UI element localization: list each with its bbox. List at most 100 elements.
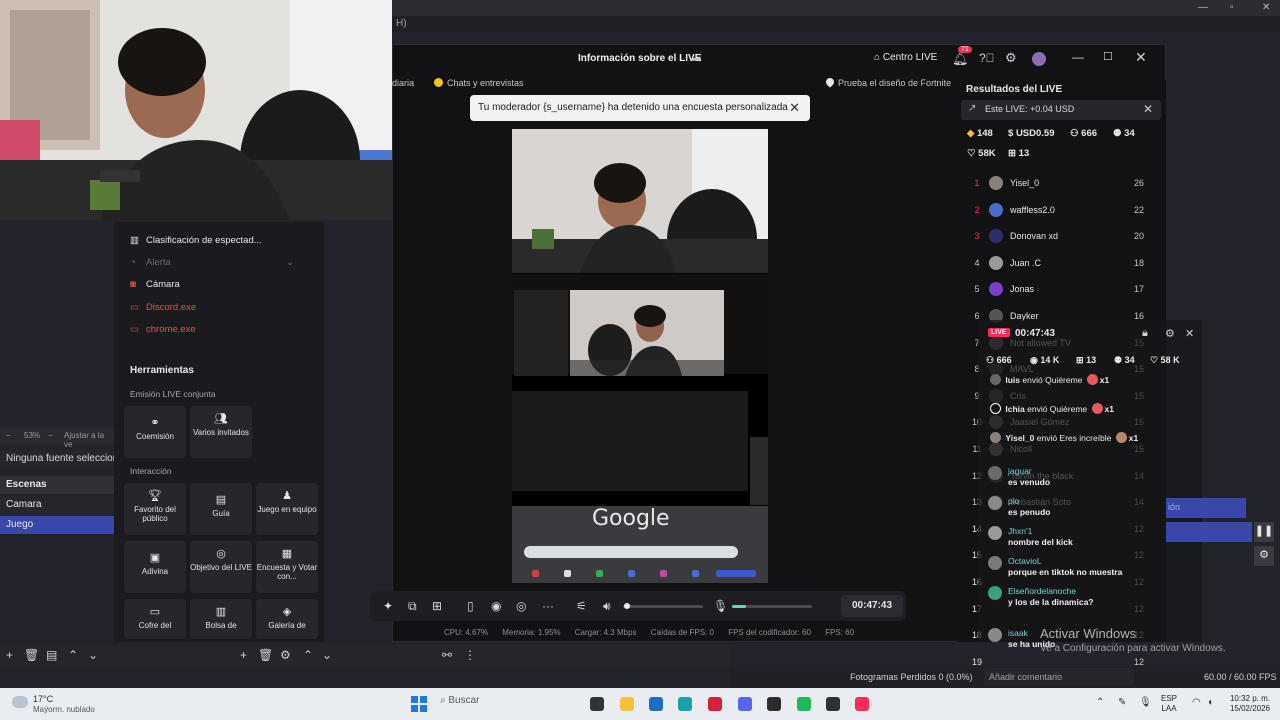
trash-icon[interactable]: 🗑 [258, 648, 273, 662]
tool-favorito[interactable]: 🏆︎ Favorito del público [124, 483, 186, 535]
lock-icon[interactable]: 🔒︎ [1142, 327, 1148, 340]
close-icon[interactable]: ✕ [789, 100, 800, 116]
microphone-icon[interactable]: 🎙︎ [713, 599, 728, 613]
chat-username[interactable]: jaguar [1008, 466, 1032, 476]
chat-username[interactable]: Jhxn'1 [1008, 526, 1032, 536]
edge-icon[interactable] [678, 697, 692, 711]
pause-icon[interactable]: ❚❚ [1254, 522, 1274, 542]
tool-encuesta[interactable]: ▦ Encuesta y Votar con... [256, 541, 318, 593]
obs-control-button[interactable]: ión [1166, 498, 1246, 518]
zoom-out-icon[interactable]: − [6, 431, 11, 440]
tool-galeria[interactable]: ◈ Galería de [256, 599, 318, 639]
weather-description[interactable]: Mayorm. nublado [33, 705, 95, 714]
tool-bolsa[interactable]: ▥ Bolsa de [190, 599, 252, 639]
speaker-icon[interactable]: 🔊︎ [603, 599, 611, 614]
zoom-in-icon[interactable]: − [48, 431, 53, 440]
capture-icon[interactable]: ◎ [516, 599, 526, 613]
taskbar-search[interactable]: ⌕ Buscar [440, 695, 480, 706]
mixer-icon[interactable]: ⚟ [576, 599, 587, 613]
ranking-row[interactable]: 2 waffless2.0 22 [958, 202, 1166, 225]
tag-fortnite[interactable]: Prueba el diseño de Fortnite [824, 76, 951, 88]
avatar[interactable] [988, 586, 1002, 600]
filter-icon[interactable]: ▤ [46, 648, 57, 662]
move-down-icon[interactable]: ⌄ [88, 648, 98, 662]
avatar[interactable] [1032, 52, 1046, 66]
gear-icon[interactable]: ⚙ [1005, 50, 1017, 66]
chat-username[interactable]: pio [1008, 496, 1019, 506]
tool-coemision[interactable]: ⚭ Coemisión [124, 406, 186, 458]
obs-control-button[interactable] [1166, 522, 1252, 542]
language-indicator[interactable]: ESP LAA [1161, 694, 1177, 714]
link-icon[interactable]: ⚯ [442, 648, 452, 662]
move-up-icon[interactable]: ⌃ [68, 648, 78, 662]
tool-guia[interactable]: ▤ Guía [190, 483, 252, 535]
discord-icon[interactable] [738, 697, 752, 711]
avatar[interactable] [988, 556, 1002, 570]
ranking-row[interactable]: 4 Juan .C 18 [958, 255, 1166, 278]
opera-icon[interactable] [708, 697, 722, 711]
add-scene-icon[interactable]: + [6, 648, 13, 662]
avatar[interactable] [988, 496, 1002, 510]
tool-adivina[interactable]: ▣ Adivina [124, 541, 186, 593]
transition-icon[interactable]: ⧉ [408, 599, 417, 614]
source-item-discord[interactable]: ▭ Discord.exe [130, 302, 196, 313]
tool-juego-equipo[interactable]: ♟ Juego en equipo [256, 483, 318, 535]
stream-preview[interactable]: Google [512, 129, 768, 583]
phone-icon[interactable]: ▯ [467, 599, 474, 613]
obs-icon[interactable] [826, 697, 840, 711]
avatar[interactable] [988, 526, 1002, 540]
ranking-row[interactable]: 3 Donovan xd 20 [958, 229, 1166, 251]
file-explorer-icon[interactable] [620, 697, 634, 711]
chevron-down-icon[interactable]: ⌄ [286, 257, 294, 268]
weather-temperature[interactable]: 17°C [33, 694, 53, 704]
chat-username[interactable]: Elseñordelanoche [1008, 586, 1076, 596]
trash-icon[interactable]: 🗑 [24, 648, 39, 662]
volume-icon[interactable]: ◖ [1207, 697, 1213, 708]
outlook-icon[interactable] [649, 697, 663, 711]
tool-varios-invitados[interactable]: 👥︎ Varios invitados [190, 406, 252, 458]
more-icon[interactable]: ⋮ [464, 648, 476, 662]
close-icon[interactable]: ✕ [1185, 327, 1194, 340]
gear-icon[interactable]: ⚙ [1254, 546, 1274, 566]
volume-slider[interactable] [623, 605, 703, 608]
pen-icon[interactable]: ✎ [1118, 697, 1126, 708]
live-info-title[interactable]: Información sobre el LIVE [578, 53, 701, 64]
task-view-icon[interactable] [590, 697, 604, 711]
chevron-up-icon[interactable]: ⌃ [1096, 697, 1104, 708]
record-icon[interactable]: ◉ [491, 599, 501, 613]
avatar[interactable] [988, 628, 1002, 642]
more-icon[interactable]: ··· [542, 599, 554, 613]
volume-slider-handle[interactable] [624, 603, 630, 609]
gear-icon[interactable]: ⚙ [1165, 327, 1175, 340]
tiktok-icon[interactable] [855, 697, 869, 711]
close-icon[interactable]: ✕ [1135, 49, 1147, 66]
magic-wand-icon[interactable]: ✦ [383, 599, 393, 613]
ranking-row[interactable]: 1 Yisel_0 26 [958, 176, 1166, 198]
tag-chats[interactable]: Chats y entrevistas [434, 78, 524, 88]
layout-icon[interactable]: ⊞ [432, 599, 442, 613]
chat-username[interactable]: OctavioL [1008, 556, 1042, 566]
chat-username[interactable]: isaak [1008, 628, 1028, 638]
menu-fragment[interactable]: H) [396, 18, 407, 29]
move-up-icon[interactable]: ⌃ [303, 648, 313, 662]
share-icon[interactable]: ➦ [692, 52, 702, 66]
wifi-icon[interactable]: ◠ [1192, 697, 1201, 708]
scene-item-juego[interactable]: Juego [0, 516, 114, 534]
minimize-icon[interactable]: — [1072, 50, 1084, 64]
spotify-icon[interactable] [797, 697, 811, 711]
tag-diaria[interactable]: diaria [392, 78, 414, 88]
comment-input[interactable]: Añadir comentario [984, 668, 1134, 686]
avatar[interactable] [988, 466, 1002, 480]
source-item-chrome[interactable]: ▭ chrome.exe [130, 324, 196, 335]
add-source-icon[interactable]: + [240, 648, 247, 662]
scene-item-camara[interactable]: Camara [0, 496, 114, 514]
help-icon[interactable]: ?⃝ [979, 51, 995, 65]
tool-cofre[interactable]: ▭ Cofre del [124, 599, 186, 639]
bell-icon[interactable]: 🔔︎ [952, 51, 969, 67]
ranking-row[interactable]: 5 Jonas 17 [958, 282, 1166, 304]
close-icon[interactable]: ✕ [1262, 2, 1270, 13]
system-clock[interactable]: 10:32 p. m. 15/02/2026 [1226, 694, 1270, 714]
source-item-camara[interactable]: ◙ Cámara [130, 279, 180, 290]
minimize-icon[interactable]: — [1198, 2, 1208, 13]
windows-start-icon[interactable] [411, 696, 427, 712]
